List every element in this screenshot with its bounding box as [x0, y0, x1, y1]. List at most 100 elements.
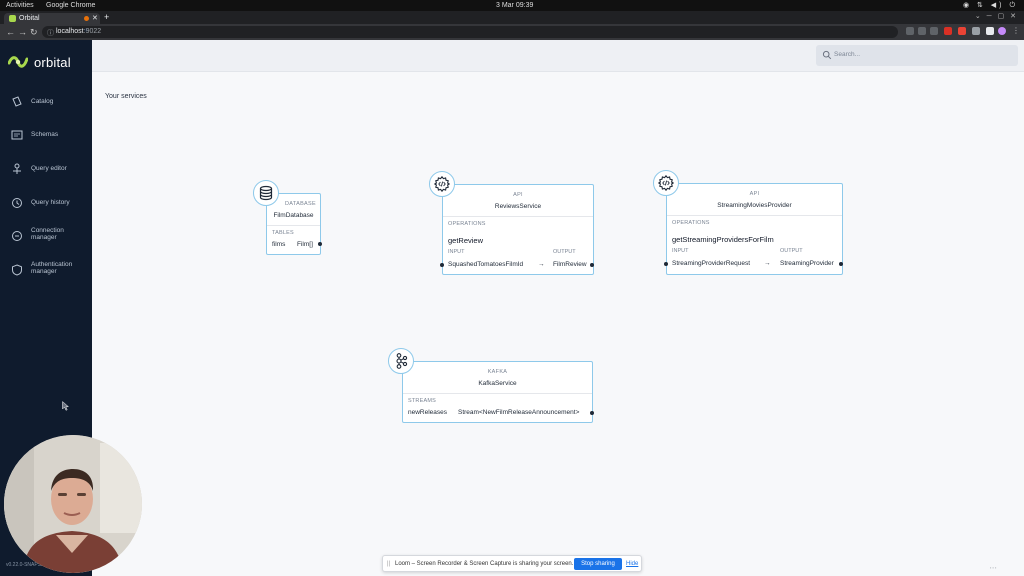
service-card-kafka-service[interactable]: KAFKA KafkaService STREAMS newReleases S… — [402, 361, 594, 423]
page-title: Your services — [105, 93, 147, 100]
search-placeholder: Search... — [834, 51, 861, 58]
extension-icon-2[interactable] — [958, 27, 966, 35]
sidebar-item-schemas[interactable]: Schemas — [0, 124, 92, 146]
sidepanel-icon[interactable] — [986, 27, 994, 35]
recording-icon — [84, 16, 89, 21]
api-badge — [653, 170, 679, 196]
card-divider — [403, 393, 592, 394]
puzzle-extensions-icon[interactable] — [972, 27, 980, 35]
new-tab-icon[interactable]: + — [104, 12, 109, 22]
input-type[interactable]: SquashedTomatoesFilmId — [448, 261, 523, 268]
address-bar[interactable]: ⓘ localhost:9022 — [42, 26, 898, 38]
stop-sharing-button[interactable]: Stop sharing — [574, 558, 622, 570]
section-label: OPERATIONS — [672, 220, 710, 226]
output-port[interactable] — [590, 263, 594, 267]
input-type[interactable]: StreamingProviderRequest — [672, 260, 750, 267]
database-icon — [259, 185, 273, 201]
input-port[interactable] — [664, 262, 668, 266]
browser-tab[interactable]: Orbital ✕ — [4, 13, 100, 24]
sidebar-item-query-editor[interactable]: Query editor — [0, 158, 92, 180]
screen-share-bar: || Loom – Screen Recorder & Screen Captu… — [382, 555, 642, 572]
orbital-logo-icon — [8, 56, 28, 68]
webcam-bubble[interactable] — [4, 435, 142, 573]
label-line-2: manager — [31, 234, 57, 241]
drag-handle-icon[interactable]: || — [387, 561, 390, 567]
watermark: ▪ ▪ ▪ — [990, 565, 997, 570]
output-port[interactable] — [318, 242, 322, 246]
catalog-icon — [12, 96, 22, 107]
database-badge — [253, 180, 279, 206]
orbital-favicon-icon — [9, 15, 16, 22]
os-activities[interactable]: Activities — [6, 1, 34, 10]
site-info-icon[interactable]: ⓘ — [47, 28, 54, 38]
browser-toolbar: ← → ↻ ⓘ localhost:9022 ⋮ — [0, 24, 1024, 40]
sidebar-item-authentication-manager[interactable]: Authentication manager — [0, 259, 92, 281]
search-input[interactable]: Search... — [816, 45, 1018, 66]
service-card-reviews-service[interactable]: API ReviewsService OPERATIONS getReview … — [440, 184, 594, 275]
service-kind: KAFKA — [487, 369, 508, 375]
label-line-2: manager — [31, 268, 57, 275]
reload-icon[interactable]: ↻ — [30, 27, 38, 37]
service-card-streaming-movies-provider[interactable]: API StreamingMoviesProvider OPERATIONS g… — [664, 183, 843, 275]
output-port[interactable] — [839, 262, 843, 266]
label-line-1: Connection — [31, 227, 64, 234]
window-controls[interactable]: ⌄ ─ ▢ ✕ — [975, 12, 1018, 20]
output-type[interactable]: StreamingProvider — [780, 260, 834, 267]
table-type[interactable]: Film[] — [297, 241, 313, 248]
os-clock[interactable]: 3 Mar 09:39 — [496, 1, 533, 10]
output-label: OUTPUT — [780, 248, 803, 254]
table-name[interactable]: films — [272, 241, 285, 248]
operation-name[interactable]: getReview — [448, 236, 483, 245]
mouse-cursor-icon — [62, 401, 70, 411]
history-icon — [12, 198, 22, 208]
sidebar-item-query-history[interactable]: Query history — [0, 192, 92, 214]
card-divider — [667, 215, 842, 216]
forward-icon[interactable]: → — [18, 27, 27, 37]
output-type[interactable]: FilmReview — [553, 261, 587, 268]
api-gear-icon — [434, 176, 450, 192]
hide-button[interactable]: Hide — [626, 561, 638, 567]
arrow: → — [538, 261, 545, 268]
query-editor-icon — [13, 163, 21, 174]
tab-close-icon[interactable]: ✕ — [92, 14, 98, 22]
operation-name[interactable]: getStreamingProvidersForFilm — [672, 235, 774, 244]
bookmark-star-icon[interactable] — [930, 27, 938, 35]
service-kind: API — [749, 191, 760, 197]
service-name: KafkaService — [478, 380, 517, 387]
service-kind: API — [513, 192, 523, 198]
schemas-icon — [11, 130, 23, 140]
service-name: ReviewsService — [494, 203, 542, 210]
url-text: localhost:9022 — [56, 28, 101, 35]
extension-icon[interactable] — [906, 27, 914, 35]
profile-avatar[interactable] — [998, 27, 1006, 35]
services-canvas: Your services DATABASE FilmDatabase TABL… — [92, 72, 1024, 576]
stream-name[interactable]: newReleases — [408, 409, 447, 416]
kafka-badge — [388, 348, 414, 374]
os-top-bar: Activities Google Chrome 3 Mar 09:39 ◉ ⇅… — [0, 0, 1024, 11]
back-icon[interactable]: ← — [6, 27, 15, 37]
sidebar-item-connection-manager[interactable]: Connection manager — [0, 225, 92, 247]
input-label: INPUT — [448, 249, 465, 255]
sidebar-item-label: Query editor — [31, 165, 67, 172]
url-host: localhost — [56, 28, 84, 35]
presenter-video — [4, 435, 142, 573]
share-icon[interactable] — [918, 27, 926, 35]
sidebar-item-catalog[interactable]: Catalog — [0, 91, 92, 113]
search-icon — [822, 50, 832, 60]
browser-tab-strip: Orbital ✕ + ⌄ ─ ▢ ✕ — [0, 11, 1024, 24]
card-divider — [443, 216, 593, 217]
section-label: OPERATIONS — [448, 221, 486, 227]
stream-type[interactable]: Stream<NewFilmReleaseAnnouncement> — [458, 409, 579, 416]
card-divider — [267, 225, 320, 226]
arrow: → — [764, 260, 771, 267]
output-port[interactable] — [590, 411, 594, 415]
os-active-app[interactable]: Google Chrome — [46, 1, 95, 10]
loom-extension-icon[interactable] — [944, 27, 952, 35]
os-tray-icons[interactable]: ◉ ⇅ ◀) ⏻ — [963, 1, 1018, 10]
sidebar-item-label: Catalog — [31, 98, 54, 105]
menu-kebab-icon[interactable]: ⋮ — [1012, 26, 1020, 35]
api-gear-icon — [658, 175, 674, 191]
input-port[interactable] — [440, 263, 444, 267]
label-line-1: Authentication — [31, 261, 73, 268]
sidebar-item-label: Connection manager — [31, 227, 64, 241]
